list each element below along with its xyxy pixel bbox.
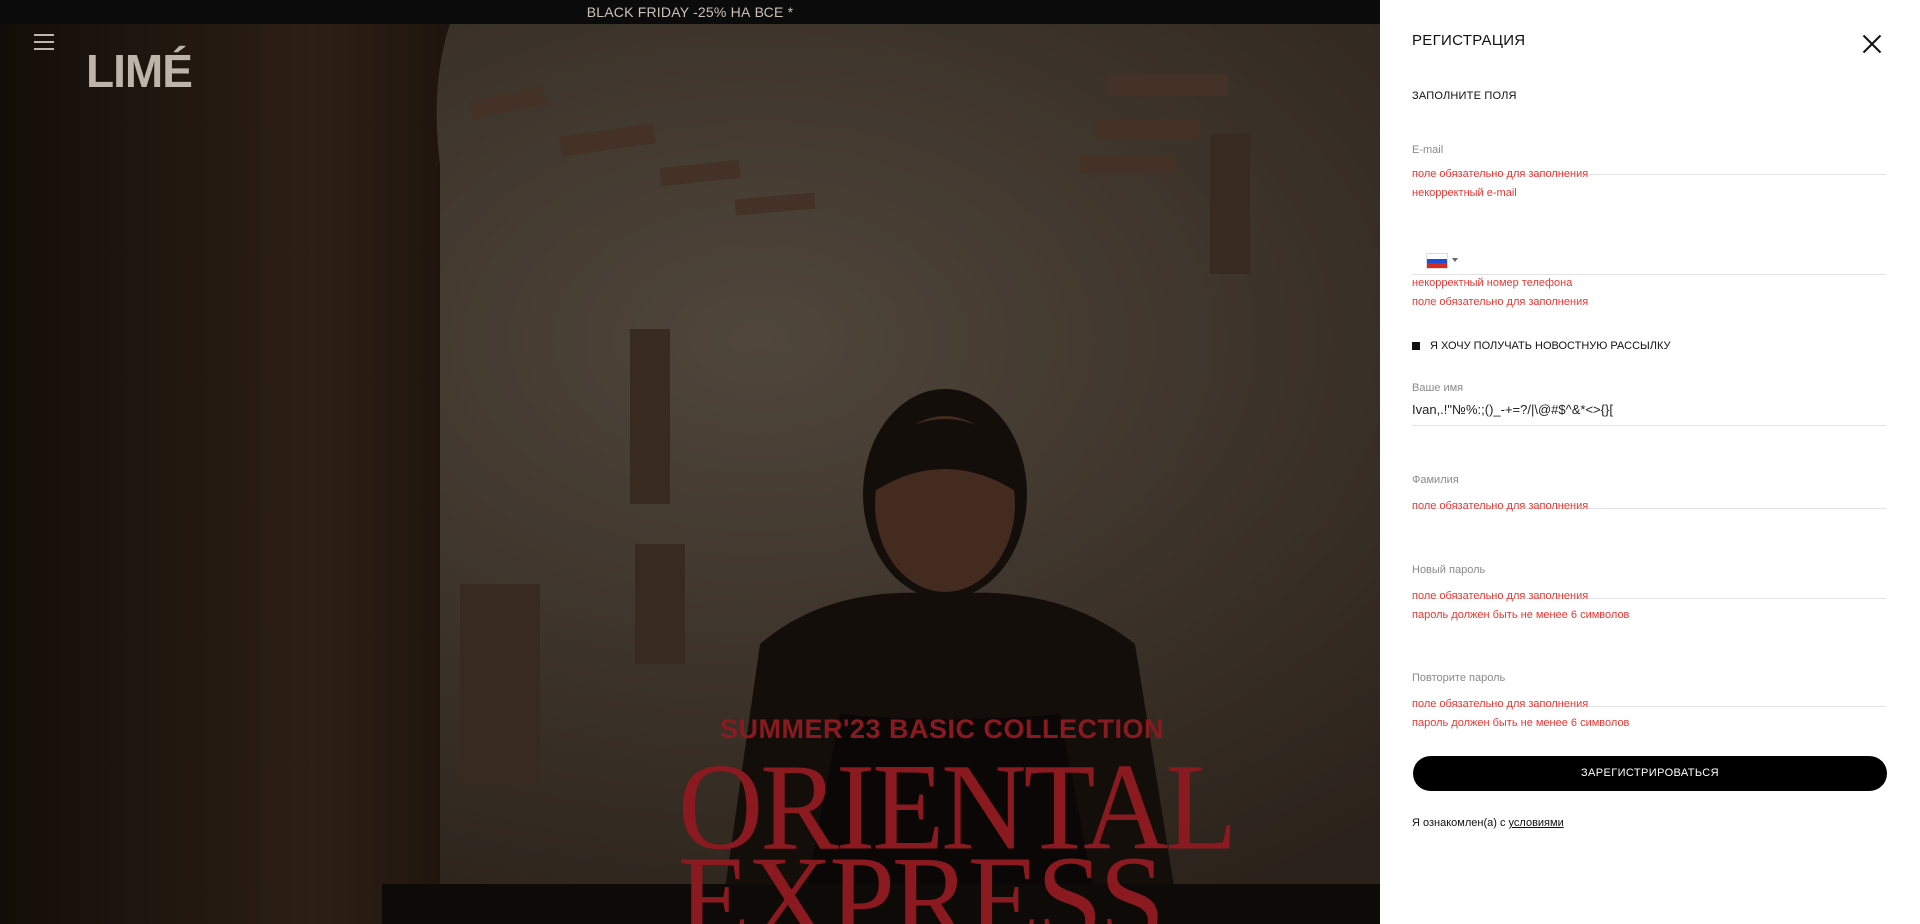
hero-headline: ORIENTAL EXPRESS bbox=[678, 745, 1237, 924]
russia-flag-icon[interactable] bbox=[1426, 253, 1448, 269]
phone-error: некорректный номер телефона bbox=[1412, 277, 1573, 289]
terms-prefix: Я ознакомлен(а) с bbox=[1412, 817, 1506, 829]
drawer-title: РЕГИСТРАЦИЯ bbox=[1412, 32, 1526, 49]
first-name-input[interactable] bbox=[1412, 402, 1886, 417]
last-name-label: Фамилия bbox=[1412, 474, 1459, 486]
promo-banner[interactable]: BLACK FRIDAY -25% НА ВСЕ * bbox=[0, 0, 1380, 24]
menu-icon[interactable] bbox=[34, 34, 54, 52]
password-repeat-error: поле обязательно для заполнения bbox=[1412, 698, 1589, 710]
password-error: поле обязательно для заполнения bbox=[1412, 590, 1589, 602]
first-name-label: Ваше имя bbox=[1412, 382, 1464, 394]
registration-drawer: РЕГИСТРАЦИЯ ЗАПОЛНИТЕ ПОЛЯ E-mail поле о… bbox=[1380, 0, 1920, 924]
register-button[interactable]: ЗАРЕГИСТРИРОВАТЬСЯ bbox=[1413, 756, 1887, 791]
close-icon[interactable] bbox=[1862, 34, 1882, 54]
hero-banner: SUMMER'23 BASIC COLLECTION ORIENTAL EXPR… bbox=[0, 24, 1380, 924]
logo-text: LIMÉ bbox=[86, 45, 193, 97]
headline-line-2: EXPRESS bbox=[678, 830, 1165, 924]
form-subtitle: ЗАПОЛНИТЕ ПОЛЯ bbox=[1412, 90, 1517, 102]
email-error: поле обязательно для заполнения bbox=[1412, 168, 1589, 180]
menu-bar bbox=[34, 34, 54, 36]
menu-bar bbox=[34, 41, 54, 43]
password-repeat-input[interactable] bbox=[1412, 691, 1886, 694]
phone-field[interactable] bbox=[1412, 244, 1886, 275]
password-repeat-label: Повторите пароль bbox=[1412, 672, 1506, 684]
flag-stripe bbox=[1427, 263, 1447, 268]
password-label: Новый пароль bbox=[1412, 564, 1486, 576]
newsletter-checkbox[interactable]: Я ХОЧУ ПОЛУЧАТЬ НОВОСТНУЮ РАССЫЛКУ bbox=[1412, 340, 1671, 352]
last-name-input[interactable] bbox=[1412, 493, 1886, 496]
first-name-field: Ваше имя bbox=[1412, 382, 1886, 426]
password-error: пароль должен быть не менее 6 символов bbox=[1412, 609, 1630, 621]
terms-text: Я ознакомлен(а) с условиями bbox=[1412, 817, 1564, 829]
email-label: E-mail bbox=[1412, 144, 1444, 156]
menu-bar bbox=[34, 48, 54, 50]
last-name-error: поле обязательно для заполнения bbox=[1412, 500, 1589, 512]
terms-link[interactable]: условиями bbox=[1509, 817, 1564, 829]
checkbox-box[interactable] bbox=[1412, 342, 1420, 350]
newsletter-label: Я ХОЧУ ПОЛУЧАТЬ НОВОСТНУЮ РАССЫЛКУ bbox=[1430, 340, 1671, 352]
phone-input[interactable] bbox=[1472, 252, 1876, 269]
logo[interactable]: LIMÉ bbox=[86, 44, 193, 98]
chevron-down-icon[interactable] bbox=[1452, 258, 1458, 262]
phone-error: поле обязательно для заполнения bbox=[1412, 296, 1589, 308]
password-input[interactable] bbox=[1412, 583, 1886, 586]
password-repeat-error: пароль должен быть не менее 6 символов bbox=[1412, 717, 1630, 729]
email-error: некорректный e-mail bbox=[1412, 187, 1517, 199]
